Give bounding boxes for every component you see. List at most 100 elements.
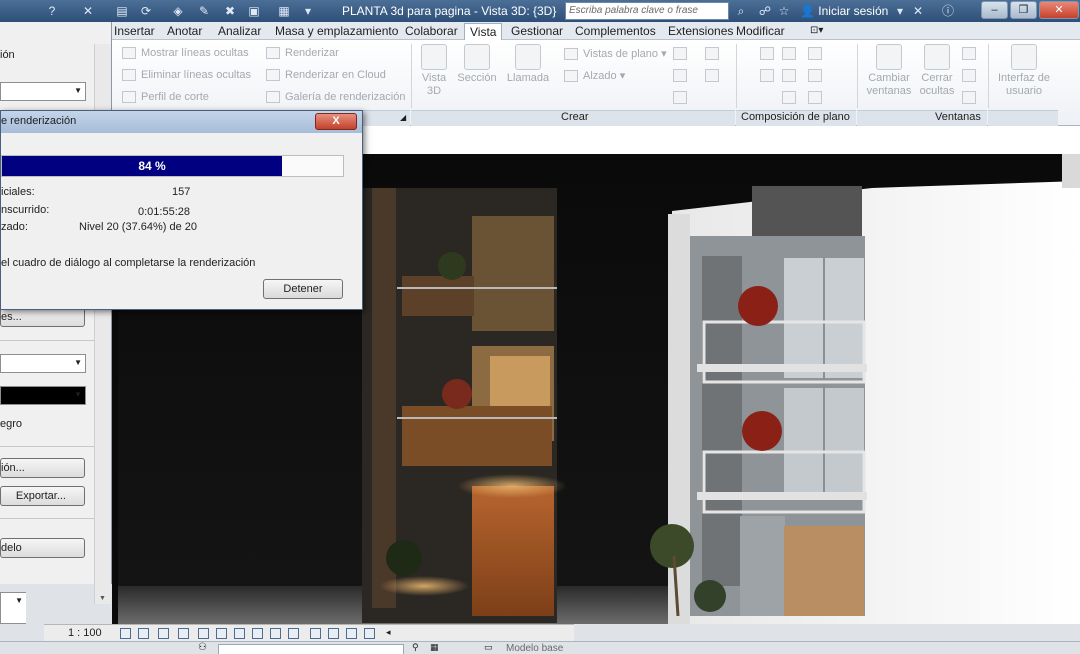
render-button[interactable]: Renderizar xyxy=(266,47,339,60)
cut-profile-button[interactable]: Perfil de corte xyxy=(122,91,209,104)
shadows-icon[interactable] xyxy=(178,628,189,639)
place-view-icon[interactable] xyxy=(808,91,822,104)
windows-panel-label: Ventanas xyxy=(935,111,981,123)
exchange-icon[interactable]: ✕ xyxy=(910,3,926,19)
tile-icon[interactable] xyxy=(962,47,976,60)
tab-insertar[interactable]: Insertar xyxy=(114,24,155,40)
cascade-icon[interactable] xyxy=(962,69,976,82)
settings-button[interactable]: es... xyxy=(0,307,85,327)
switch-windows-icon xyxy=(876,44,902,70)
signin-button[interactable]: 👤 Iniciar sesión xyxy=(800,4,888,18)
window-close-button[interactable]: ✕ xyxy=(1039,1,1079,19)
close-on-finish-checkbox-label[interactable]: el cuadro de diálogo al completarse la r… xyxy=(1,257,255,269)
bottom-field[interactable] xyxy=(0,592,26,624)
tab-masa[interactable]: Masa y emplazamiento xyxy=(275,24,398,40)
close-icon[interactable]: ✕ xyxy=(80,3,96,19)
duplicate-view-icon[interactable] xyxy=(705,47,719,60)
show-crop-icon[interactable] xyxy=(234,628,245,639)
help-icon[interactable]: ? xyxy=(44,3,60,19)
rendering-dialog-icon[interactable] xyxy=(198,628,209,639)
communication-icon[interactable]: ☍ xyxy=(757,3,773,19)
seccion-button[interactable]: Sección xyxy=(456,44,498,85)
reveal-hidden-icon[interactable] xyxy=(288,628,299,639)
model-field[interactable]: Modelo base xyxy=(506,643,563,654)
editable-only-icon[interactable]: ⚲ xyxy=(412,642,419,653)
analytical-model-icon[interactable] xyxy=(328,628,339,639)
quality-select[interactable] xyxy=(0,82,86,101)
stop-button[interactable]: Detener xyxy=(263,279,343,299)
remove-hidden-lines-button[interactable]: Eliminar líneas ocultas xyxy=(122,69,251,82)
filter-icon[interactable]: ▦ xyxy=(430,642,439,653)
title-block-icon[interactable] xyxy=(782,47,796,60)
replicate-icon[interactable] xyxy=(962,91,976,104)
llamada-button[interactable]: Llamada xyxy=(505,44,551,85)
tab-colaborar[interactable]: Colaborar xyxy=(405,24,458,40)
sync-icon[interactable]: ⟳ xyxy=(138,3,154,19)
tab-complementos[interactable]: Complementos xyxy=(575,24,656,40)
delete-icon[interactable]: ✖ xyxy=(222,3,238,19)
switch-windows-button[interactable]: Cambiar ventanas xyxy=(864,44,914,98)
sheet-icon[interactable] xyxy=(760,47,774,60)
status-field[interactable] xyxy=(218,644,404,654)
highlight-displacement-icon[interactable] xyxy=(346,628,357,639)
visual-style-icon[interactable] xyxy=(138,628,149,639)
vista-3d-button[interactable]: Vista 3D xyxy=(418,44,450,98)
crop-view-icon[interactable] xyxy=(216,628,227,639)
plan-views-button[interactable]: Vistas de plano ▾ xyxy=(564,47,667,61)
elevation-button[interactable]: Alzado ▾ xyxy=(564,69,625,83)
tab-modificar[interactable]: Modificar xyxy=(736,24,785,40)
legend-icon[interactable] xyxy=(673,69,687,82)
guide-grid-icon[interactable] xyxy=(760,69,774,82)
star-icon[interactable]: ☆ xyxy=(776,3,792,19)
sun-path-icon[interactable] xyxy=(158,628,169,639)
background-color-label: egro xyxy=(0,418,23,430)
export-button[interactable]: Exportar... xyxy=(0,486,85,506)
ribbon-options-icon[interactable]: ⊡▾ xyxy=(810,24,823,40)
tab-vista[interactable]: Vista xyxy=(464,23,503,41)
tab-anotar[interactable]: Anotar xyxy=(167,24,202,40)
drafting-view-icon[interactable] xyxy=(673,47,687,60)
unlocked-view-icon[interactable] xyxy=(252,628,263,639)
windows-icon[interactable]: ▣ xyxy=(246,3,262,19)
minimize-button[interactable]: – xyxy=(981,1,1008,19)
measure-icon[interactable]: ◈ xyxy=(170,3,186,19)
reveal-constraints-icon[interactable] xyxy=(364,628,375,639)
gallery-icon xyxy=(266,91,280,104)
binoculars-icon[interactable]: ⌕ xyxy=(733,3,749,19)
open-icon[interactable]: ▤ xyxy=(114,3,130,19)
tab-analizar[interactable]: Analizar xyxy=(218,24,261,40)
search-input[interactable]: Escriba palabra clave o frase xyxy=(565,2,729,20)
temporary-view-icon[interactable] xyxy=(310,628,321,639)
schedule-icon[interactable] xyxy=(705,69,719,82)
viewports-icon[interactable] xyxy=(782,91,796,104)
tab-extensiones[interactable]: Extensiones xyxy=(668,24,733,40)
help-circle-icon[interactable]: ⓘ xyxy=(940,3,956,19)
view-reference-icon[interactable] xyxy=(808,69,822,82)
render-cloud-button[interactable]: Renderizar en Cloud xyxy=(266,69,386,82)
temp-hide-icon[interactable] xyxy=(270,628,281,639)
collapse-arrow-icon[interactable]: ◂ xyxy=(386,627,391,638)
graphics-panel-expand-icon[interactable]: ◢ xyxy=(400,113,406,122)
render-gallery-button[interactable]: Galería de renderización xyxy=(266,91,405,104)
restore-button[interactable]: ❐ xyxy=(1010,1,1037,19)
show-hidden-lines-button[interactable]: Mostrar líneas ocultas xyxy=(122,47,249,60)
detail-level-icon[interactable] xyxy=(120,628,131,639)
user-interface-button[interactable]: Interfaz de usuario xyxy=(994,44,1054,98)
background-style-select[interactable] xyxy=(0,354,86,373)
close-hidden-button[interactable]: Cerrar ocultas xyxy=(917,44,957,98)
scale-selector[interactable]: 1 : 100 xyxy=(68,627,102,639)
workset-icon[interactable]: ⚇ xyxy=(198,642,207,653)
pin-icon[interactable]: ✎ xyxy=(196,3,212,19)
design-option-icon[interactable]: ▭ xyxy=(484,642,493,653)
grid-icon[interactable]: ▦ xyxy=(276,3,292,19)
dialog-close-button[interactable]: X xyxy=(315,113,357,130)
background-color-swatch[interactable] xyxy=(0,386,86,405)
adjust-exposure-button[interactable]: ión... xyxy=(0,458,85,478)
matchline-icon[interactable] xyxy=(782,69,796,82)
tab-gestionar[interactable]: Gestionar xyxy=(511,24,563,40)
revisions-icon[interactable] xyxy=(808,47,822,60)
show-model-button[interactable]: delo xyxy=(0,538,85,558)
dropdown-icon[interactable]: ▾ xyxy=(300,3,316,19)
scope-box-icon[interactable] xyxy=(673,91,687,104)
chevron-down-icon[interactable]: ▾ xyxy=(892,3,908,19)
